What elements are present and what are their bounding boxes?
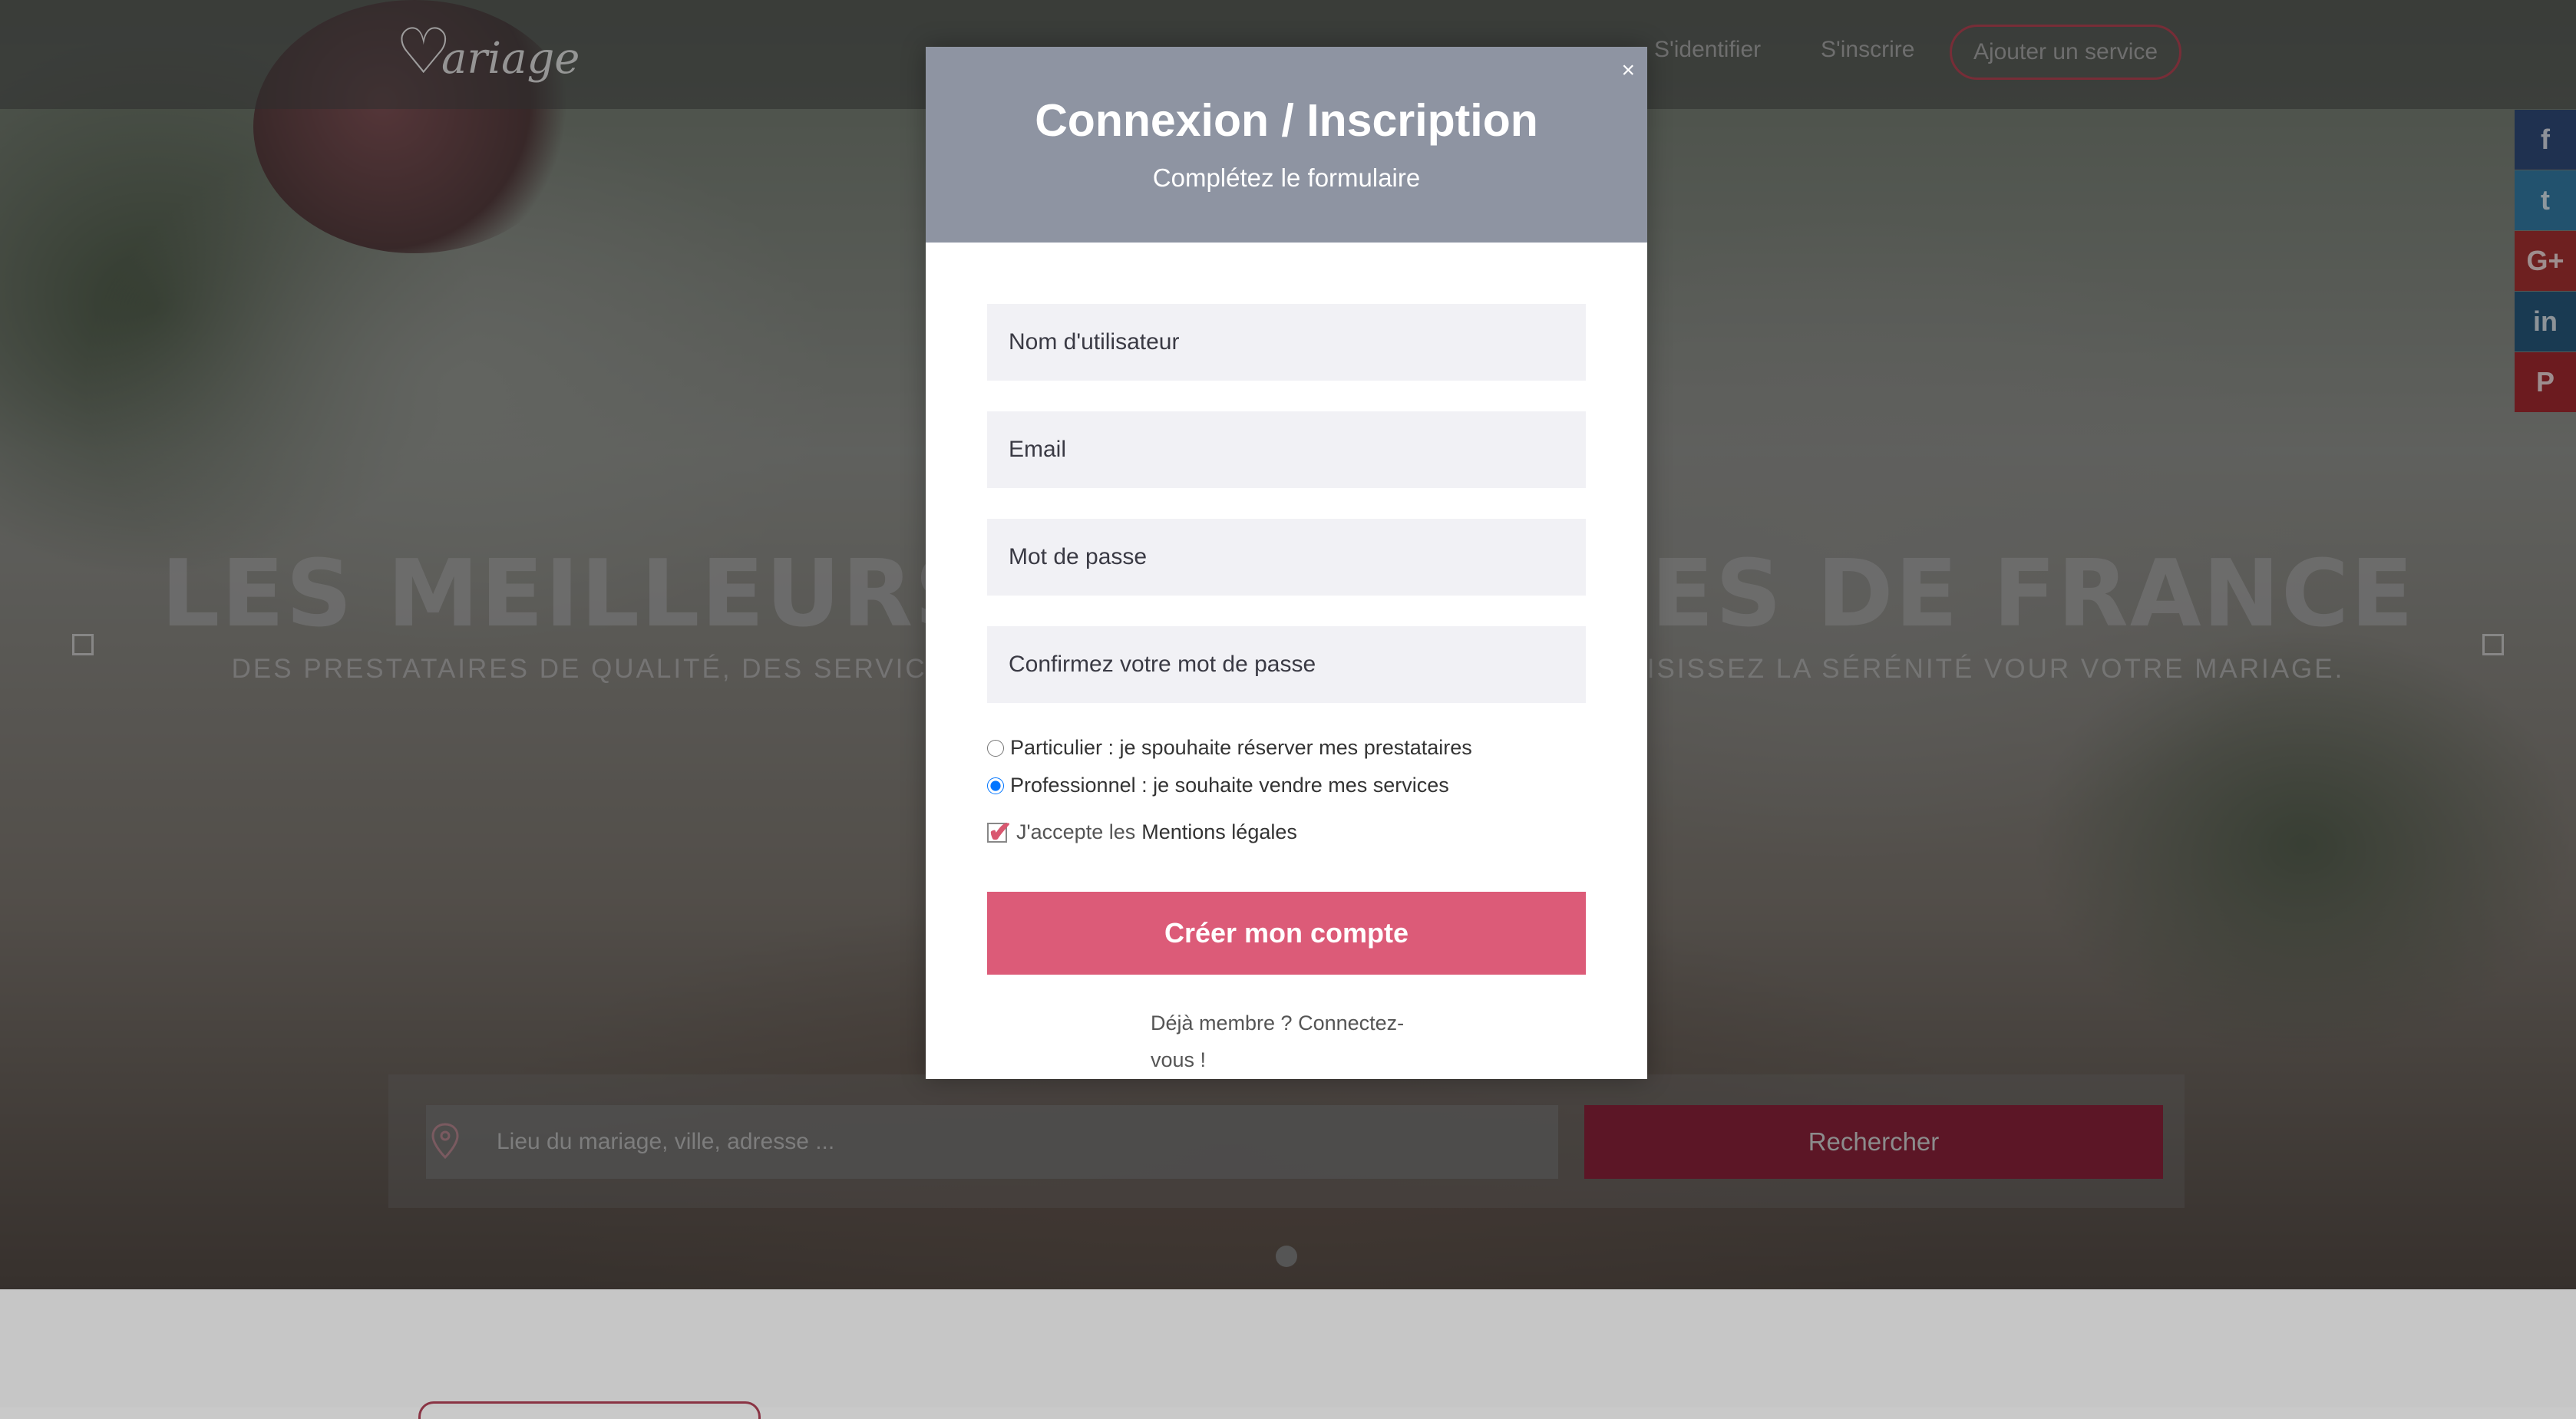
twitter-icon[interactable]: t [2515, 170, 2576, 230]
facebook-icon[interactable]: f [2515, 110, 2576, 170]
accept-terms-label: J'accepte les [1016, 820, 1136, 843]
pinterest-icon[interactable]: P [2515, 352, 2576, 412]
login-link[interactable]: Déjà membre ? Connectez-vous ! [1151, 1005, 1427, 1078]
google-plus-icon[interactable]: G+ [2515, 231, 2576, 291]
modal-subtitle: Complétez le formulaire [1152, 163, 1421, 192]
linkedin-icon[interactable]: in [2515, 292, 2576, 351]
logo-text: ariage [441, 34, 580, 84]
confirm-password-field[interactable] [987, 626, 1586, 703]
account-type-particulier[interactable]: Particulier : je spouhaite réserver mes … [987, 736, 1472, 760]
modal-title: Connexion / Inscription [1035, 95, 1538, 146]
create-account-button[interactable]: Créer mon compte [987, 892, 1586, 975]
location-search-input[interactable] [426, 1105, 1558, 1179]
email-field[interactable] [987, 411, 1586, 488]
page-content-below [0, 1289, 2576, 1407]
checkmark-icon: ✔ [988, 816, 1012, 849]
add-service-button[interactable]: Ajouter un service [1950, 25, 2181, 80]
nav-signin-link[interactable]: S'identifier [1654, 37, 1761, 63]
slider-indicator-dot[interactable] [1276, 1246, 1297, 1267]
professionnel-label: Professionnel : je souhaite vendre mes s… [1010, 774, 1449, 797]
legal-mentions-link[interactable]: Mentions légales [1141, 820, 1297, 844]
nav-signup-link[interactable]: S'inscrire [1821, 37, 1914, 63]
close-icon[interactable]: × [1621, 58, 1635, 84]
slider-prev-button[interactable] [72, 634, 94, 655]
modal-header: × Connexion / Inscription Complétez le f… [926, 47, 1647, 243]
particulier-label: Particulier : je spouhaite réserver mes … [1010, 736, 1472, 759]
slider-next-button[interactable] [2482, 634, 2504, 655]
location-pin-icon [431, 1123, 459, 1160]
site-logo[interactable]: ♡ ariage [395, 15, 626, 92]
section-button-partial[interactable] [418, 1401, 761, 1419]
username-field[interactable] [987, 304, 1586, 381]
account-type-professionnel[interactable]: Professionnel : je souhaite vendre mes s… [987, 774, 1449, 797]
login-register-modal: × Connexion / Inscription Complétez le f… [926, 47, 1647, 1079]
accept-terms-checkbox[interactable]: ✔ [987, 817, 1012, 849]
accept-terms-row: ✔ J'accepte les Mentions légales [987, 817, 1297, 849]
password-field[interactable] [987, 519, 1586, 596]
particulier-radio[interactable] [987, 739, 1004, 757]
search-button[interactable]: Rechercher [1584, 1105, 2163, 1179]
professionnel-radio[interactable] [987, 777, 1004, 794]
